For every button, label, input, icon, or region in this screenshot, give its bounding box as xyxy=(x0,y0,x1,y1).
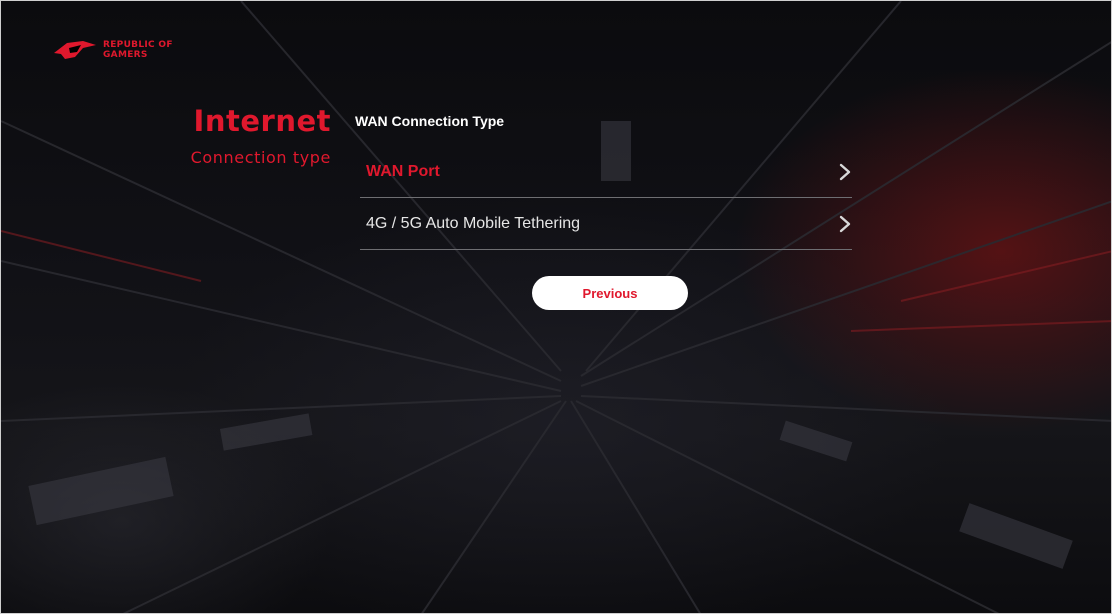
page-heading: Internet Connection type xyxy=(191,104,331,167)
connection-options-list: WAN Port 4G / 5G Auto Mobile Tethering xyxy=(360,146,852,250)
page-title: Internet xyxy=(193,104,331,138)
rog-eye-icon xyxy=(54,41,96,59)
logo-text: REPUBLIC OF GAMERS xyxy=(103,40,173,60)
page-subtitle: Connection type xyxy=(190,148,331,167)
previous-button[interactable]: Previous xyxy=(532,276,688,310)
section-label: WAN Connection Type xyxy=(355,113,505,129)
chevron-right-icon xyxy=(839,215,851,232)
setup-wizard-window: REPUBLIC OF GAMERS Internet Connection t… xyxy=(0,0,1112,614)
rog-logo: REPUBLIC OF GAMERS xyxy=(53,39,193,61)
option-label: 4G / 5G Auto Mobile Tethering xyxy=(366,214,581,232)
chevron-right-icon xyxy=(839,163,851,180)
option-mobile-tethering[interactable]: 4G / 5G Auto Mobile Tethering xyxy=(360,198,852,250)
option-wan-port[interactable]: WAN Port xyxy=(360,146,852,198)
option-label: WAN Port xyxy=(366,162,440,180)
